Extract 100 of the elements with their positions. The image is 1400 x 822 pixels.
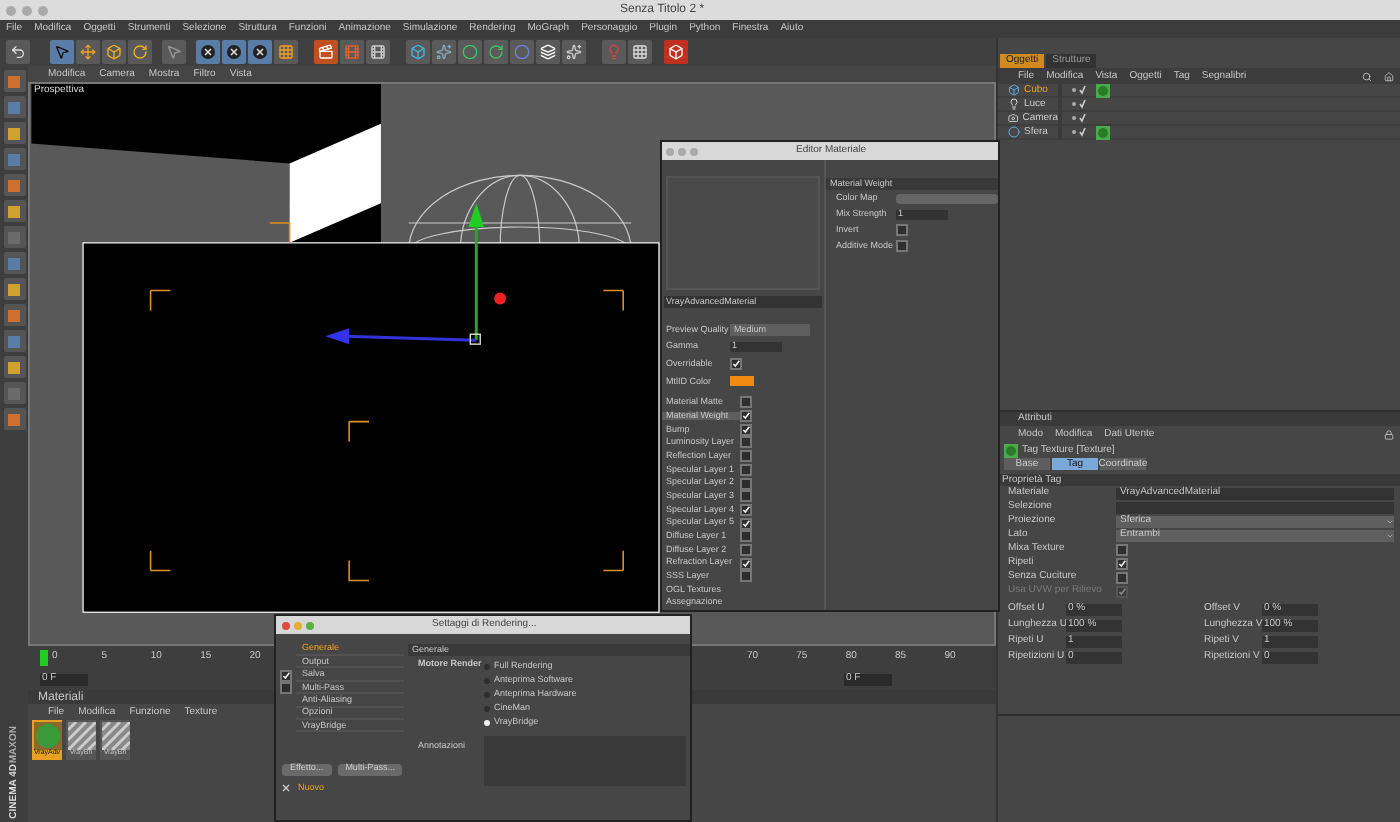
scene-button[interactable] [536,40,560,64]
tool-button[interactable] [3,356,25,378]
checkbox[interactable] [740,503,752,516]
film-icon [370,44,386,60]
checkbox[interactable] [280,669,292,682]
circle-icon [462,44,478,60]
search-icon[interactable] [1362,71,1372,81]
checkbox[interactable] [896,224,908,236]
render-view-button[interactable] [314,40,338,64]
checkbox[interactable] [730,358,742,371]
axis-icon [252,44,268,60]
checkbox[interactable] [740,543,752,556]
close-button[interactable] [282,621,290,629]
checkbox[interactable] [740,423,752,436]
checkbox[interactable] [740,410,752,423]
layers-icon [540,44,556,60]
move-button[interactable] [76,40,100,64]
checkbox[interactable] [740,477,752,490]
undo-button[interactable] [6,40,30,64]
axis-icon [200,44,216,60]
scale-button[interactable] [102,40,126,64]
move-icon [80,44,96,60]
checkbox[interactable] [740,396,752,409]
cube-icon [1008,84,1020,96]
cube-icon [106,44,122,60]
minimize-button[interactable] [22,5,32,15]
visibility-icon[interactable] [1070,112,1086,124]
axis-lock-button[interactable] [222,40,246,64]
visibility-icon[interactable] [1070,98,1086,110]
color-swatch[interactable] [730,376,754,387]
rotate-button[interactable] [128,40,152,64]
array-button[interactable] [484,40,508,64]
checkbox[interactable] [740,570,752,583]
live-select-button[interactable] [162,40,186,64]
checkbox[interactable] [740,557,752,570]
axis-lock-button[interactable] [248,40,272,64]
film-icon [344,44,360,60]
home-icon[interactable] [1384,71,1394,81]
rotate-icon [132,44,148,60]
checkbox[interactable] [1116,557,1128,569]
axis-icon [226,44,242,60]
camera-icon [1008,112,1019,124]
tool-button[interactable] [3,70,25,92]
input-field[interactable] [1116,501,1394,513]
select-button[interactable] [50,40,74,64]
sphere-icon [33,722,61,750]
zoom-button[interactable] [38,5,48,15]
tool-button[interactable] [3,148,25,170]
lock-icon[interactable] [1384,429,1394,439]
tool-button[interactable] [3,278,25,300]
grid-icon [632,44,648,60]
circle-icon [514,44,530,60]
close-button[interactable] [6,5,16,15]
tool-button[interactable] [3,122,25,144]
tool-button[interactable] [3,330,25,352]
clapper-icon [318,44,334,60]
tool-button[interactable] [3,174,25,196]
nurbs-button[interactable] [458,40,482,64]
spline-button[interactable] [432,40,456,64]
tool-button[interactable] [3,96,25,118]
checkbox[interactable] [740,450,752,463]
checkbox[interactable] [740,530,752,543]
rotate-icon [488,44,504,60]
checkbox[interactable] [740,490,752,503]
cursor-icon [54,44,70,60]
tool-button[interactable] [3,382,25,404]
zoom-button[interactable] [306,621,314,629]
sphere-icon [1008,126,1020,138]
checkbox[interactable] [896,240,908,252]
sphere-tag-icon [1004,443,1018,457]
plugin-button[interactable] [664,40,688,64]
particles-button[interactable] [562,40,586,64]
tool-button[interactable] [3,252,25,274]
tool-button[interactable] [3,408,25,430]
tool-button[interactable] [3,304,25,326]
layout-button[interactable] [628,40,652,64]
tool-button[interactable] [3,226,25,248]
bulb-icon [1008,98,1020,110]
striped-icon [67,722,95,750]
cursor-icon [166,44,182,60]
cube-button[interactable] [406,40,430,64]
tool-button[interactable] [3,200,25,222]
undo-icon [10,44,26,60]
checkbox[interactable] [740,463,752,476]
checkbox[interactable] [740,517,752,530]
checkbox[interactable] [1116,571,1128,583]
bulb-icon [606,44,622,60]
visibility-icon[interactable] [1070,84,1086,96]
sparkle-icon [436,44,452,60]
cube-icon [410,44,426,60]
playhead[interactable] [40,649,48,665]
axis-lock-button[interactable] [196,40,220,64]
checkbox[interactable] [740,436,752,449]
cube-icon [668,44,684,60]
texture-field[interactable] [896,193,998,203]
checkbox[interactable] [1116,543,1128,555]
checkbox[interactable] [280,682,292,695]
visibility-icon[interactable] [1070,126,1086,138]
render-settings-button[interactable] [366,40,390,64]
grid-icon [278,44,294,60]
